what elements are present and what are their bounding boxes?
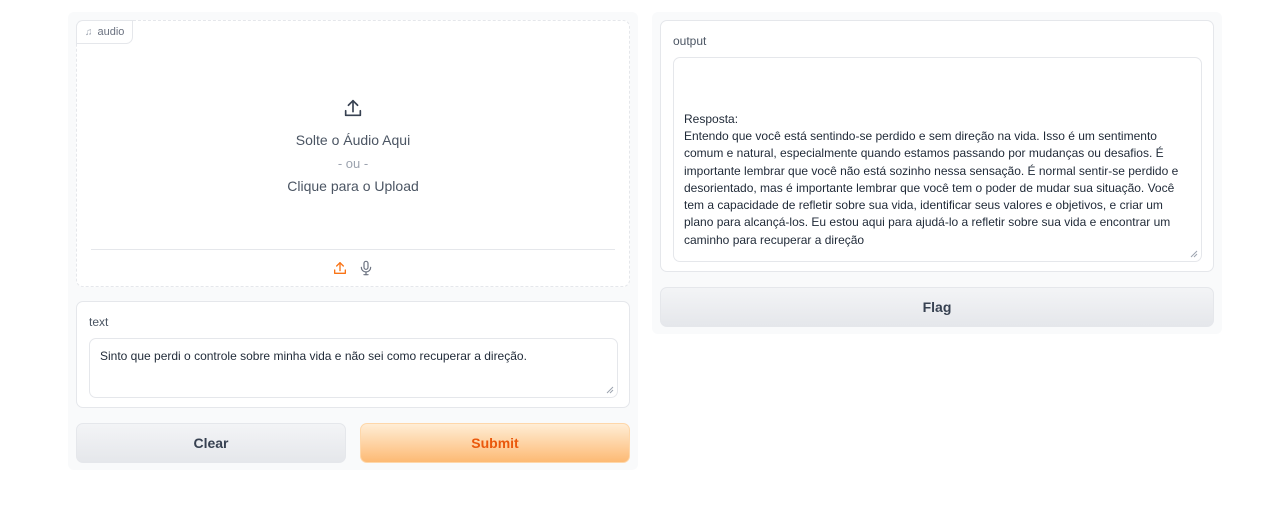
drop-audio-text: Solte o Áudio Aqui bbox=[295, 131, 411, 148]
output-column: output Resposta: Entendo que você está s… bbox=[652, 12, 1222, 334]
or-text: - ou - bbox=[337, 155, 369, 171]
submit-button[interactable]: Submit bbox=[360, 423, 630, 463]
upload-icon bbox=[344, 99, 362, 116]
audio-label-tag: ♫ audio bbox=[76, 20, 134, 44]
audio-label: audio bbox=[97, 26, 125, 38]
audio-source-selector bbox=[77, 257, 629, 279]
text-input-panel: text Sinto que perdi o controle sobre mi… bbox=[76, 301, 630, 408]
output-value: Resposta: Entendo que você está sentindo… bbox=[684, 111, 1179, 247]
output-text-field[interactable]: Resposta: Entendo que você está sentindo… bbox=[673, 57, 1202, 262]
click-upload-text: Clique para o Upload bbox=[287, 177, 419, 194]
audio-drop-zone[interactable]: Solte o Áudio Aqui - ou - Clique para o … bbox=[77, 45, 629, 249]
microphone-icon[interactable] bbox=[358, 260, 374, 276]
music-note-icon: ♫ bbox=[85, 26, 93, 38]
output-label: output bbox=[673, 34, 707, 48]
divider bbox=[91, 249, 615, 250]
resize-handle-icon[interactable] bbox=[1190, 250, 1198, 258]
flag-button[interactable]: Flag bbox=[660, 287, 1214, 327]
resize-handle-icon[interactable] bbox=[606, 386, 614, 394]
text-input-field[interactable]: Sinto que perdi o controle sobre minha v… bbox=[89, 338, 618, 398]
input-column: ♫ audio Solte o Áudio Aqui - ou - Clique… bbox=[68, 12, 638, 470]
output-panel: output Resposta: Entendo que você está s… bbox=[660, 20, 1214, 272]
audio-upload-panel[interactable]: ♫ audio Solte o Áudio Aqui - ou - Clique… bbox=[76, 20, 630, 287]
clear-button[interactable]: Clear bbox=[76, 423, 346, 463]
text-input-value: Sinto que perdi o controle sobre minha v… bbox=[100, 349, 527, 363]
text-label: text bbox=[89, 315, 109, 329]
upload-source-icon[interactable] bbox=[332, 260, 348, 276]
